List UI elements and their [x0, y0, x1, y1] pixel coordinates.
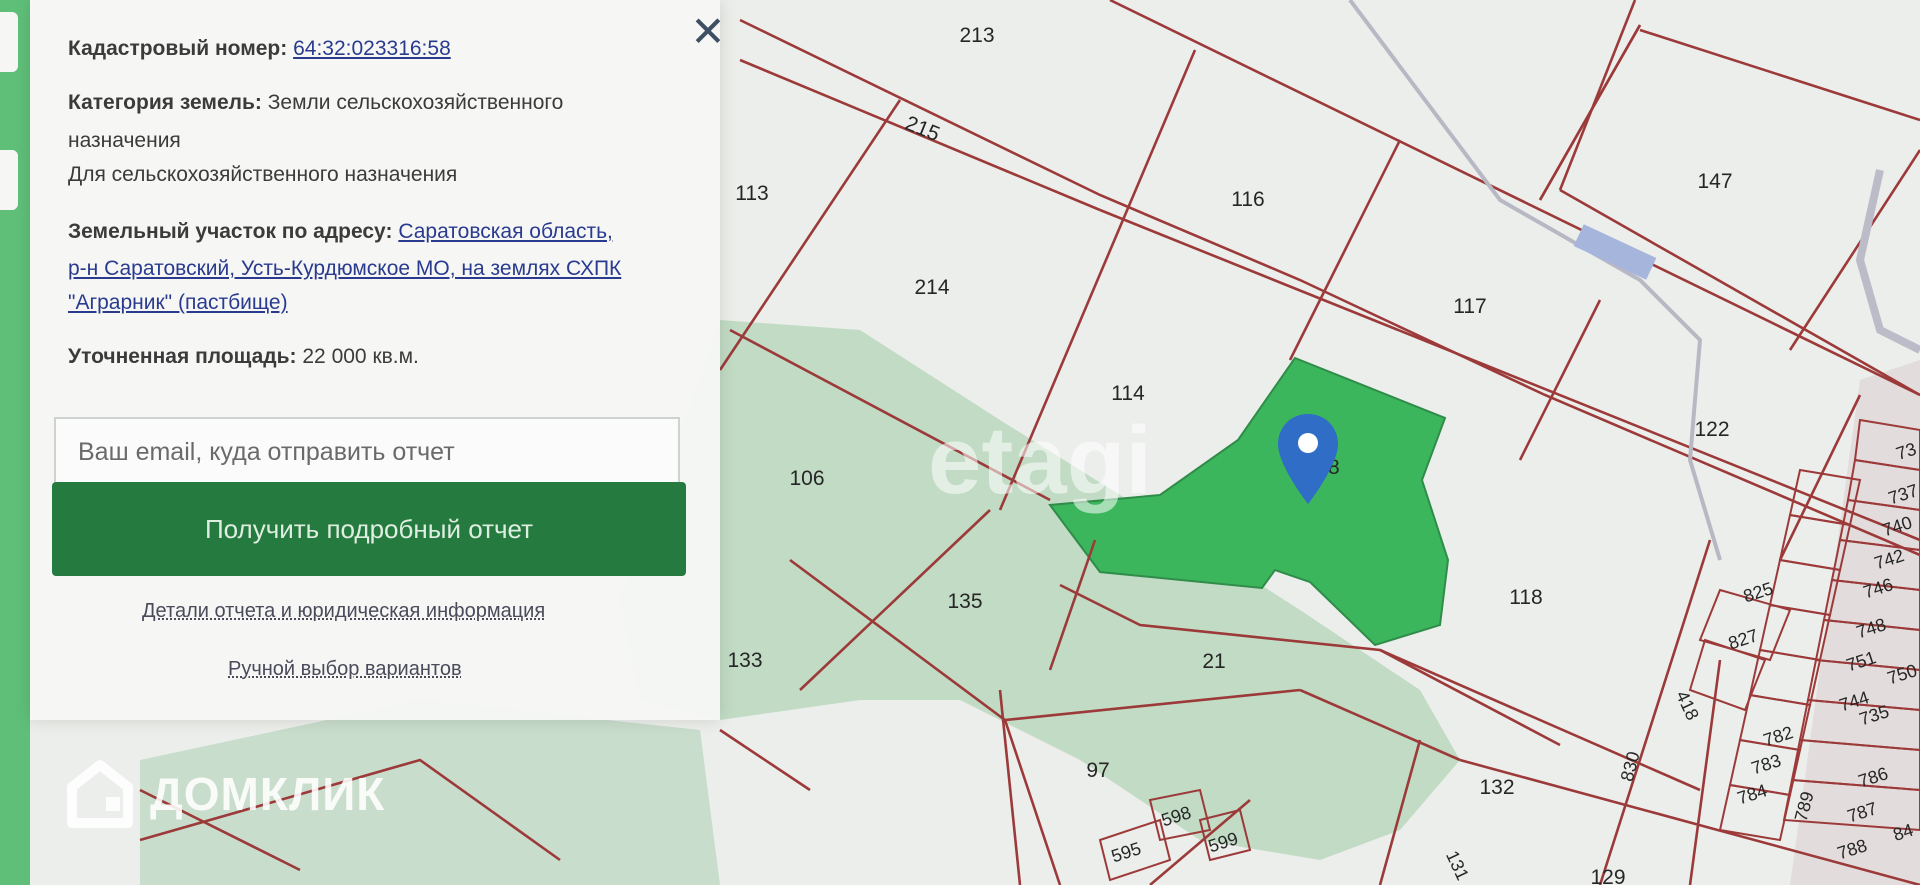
cadastral-row: Кадастровый номер: 64:32:023316:58 — [68, 32, 708, 65]
address-link-line2[interactable]: р-н Саратовский, Усть-Курдюмское МО, на … — [68, 257, 621, 280]
left-tab[interactable] — [0, 12, 18, 72]
domclick-logo: ДОМКЛИК — [66, 754, 385, 834]
category-value: Земли сельскохозяйственного — [267, 91, 564, 114]
plot-label: 118 — [1509, 586, 1542, 609]
plot-label: 116 — [1231, 188, 1264, 211]
address-link-line3[interactable]: "Аграрник" (пастбище) — [68, 291, 288, 314]
purpose-text: Для сельскохозяйственного назначения — [68, 163, 458, 186]
address-row: Земельный участок по адресу: Саратовская… — [68, 215, 708, 248]
plot-label: 129 — [1590, 866, 1625, 885]
brand-name: ДОМКЛИК — [150, 768, 386, 820]
category-label: Категория земель: — [68, 91, 262, 114]
left-tab[interactable] — [0, 150, 18, 210]
plot-label: 213 — [959, 24, 994, 47]
plot-label: 113 — [735, 182, 768, 205]
address-line3-row: "Аграрник" (пастбище) — [68, 286, 708, 319]
plot-label: 135 — [947, 590, 982, 613]
plot-label: 122 — [1694, 418, 1729, 441]
email-input[interactable] — [54, 417, 680, 487]
watermark: etagi — [928, 407, 1152, 514]
address-link-line1[interactable]: Саратовская область, — [398, 220, 613, 243]
plot-label: 133 — [727, 649, 762, 672]
area-row: Уточненная площадь: 22 000 кв.м. — [68, 340, 708, 373]
plot-label: 117 — [1453, 295, 1486, 318]
house-logo-icon — [67, 760, 133, 828]
get-report-button[interactable]: Получить подробный отчет — [52, 482, 686, 576]
area-label: Уточненная площадь: — [68, 345, 297, 368]
plot-label: 132 — [1479, 776, 1514, 799]
cadastral-label: Кадастровый номер: — [68, 37, 288, 60]
address-label: Земельный участок по адресу: — [68, 220, 393, 243]
cadastral-number-link[interactable]: 64:32:023316:58 — [293, 37, 451, 60]
manual-selection-link[interactable]: Ручной выбор вариантов — [228, 658, 462, 681]
plot-label: 97 — [1086, 759, 1109, 782]
plot-label: 114 — [1111, 382, 1145, 405]
area-value: 22 000 кв.м. — [302, 345, 419, 368]
category-row: Категория земель: Земли сельскохозяйстве… — [68, 86, 708, 119]
category-value-line2: назначения — [68, 129, 181, 152]
left-edge-controls — [0, 0, 24, 885]
plot-label: 21 — [1202, 650, 1225, 673]
plot-label: 106 — [789, 467, 824, 490]
address-line2-row: р-н Саратовский, Усть-Курдюмское МО, на … — [68, 252, 708, 285]
plot-label: 214 — [914, 276, 949, 299]
report-details-link[interactable]: Детали отчета и юридическая информация — [142, 600, 545, 623]
plot-label: 147 — [1697, 170, 1732, 193]
parcel-info-panel: ✕ Кадастровый номер: 64:32:023316:58 Кат… — [30, 0, 726, 720]
